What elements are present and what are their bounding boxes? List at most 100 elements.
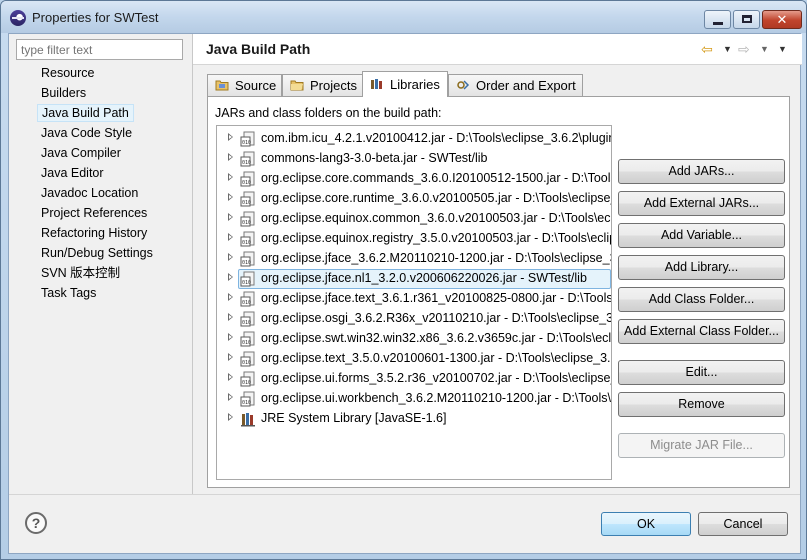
tab-projects-label: Projects (310, 78, 357, 93)
nav-item-refactoring-history[interactable]: Refactoring History (37, 224, 151, 242)
add-class-folder-button[interactable]: Add Class Folder... (618, 287, 785, 312)
nav-item-java-compiler[interactable]: Java Compiler (37, 144, 125, 162)
svg-text:010: 010 (242, 340, 251, 346)
expand-icon[interactable] (228, 253, 233, 261)
back-arrow-icon[interactable]: ⇦ (701, 41, 713, 58)
maximize-button[interactable] (733, 10, 760, 29)
library-entry-label: org.eclipse.equinox.common_3.6.0.v201005… (261, 211, 612, 225)
cancel-button[interactable]: Cancel (698, 512, 788, 536)
title-bar[interactable]: Properties for SWTest ✕ (1, 1, 806, 33)
library-entry[interactable]: 010 org.eclipse.core.runtime_3.6.0.v2010… (217, 189, 611, 209)
projects-folder-icon (290, 80, 304, 91)
expand-icon[interactable] (228, 393, 233, 401)
nav-item-run-debug-settings[interactable]: Run/Debug Settings (37, 244, 157, 262)
expand-icon[interactable] (228, 173, 233, 181)
add-external-jars-button[interactable]: Add External JARs... (618, 191, 785, 216)
library-entry-jre[interactable]: JRE System Library [JavaSE-1.6] (217, 409, 611, 429)
tab-order-and-export[interactable]: Order and Export (448, 74, 583, 96)
library-entry[interactable]: 010 org.eclipse.equinox.registry_3.5.0.v… (217, 229, 611, 249)
library-entry[interactable]: 010 commons-lang3-3.0-beta.jar - SWTest/… (217, 149, 611, 169)
jar-icon: 010 (240, 391, 255, 407)
library-entry[interactable]: 010 org.eclipse.osgi_3.6.2.R36x_v2011021… (217, 309, 611, 329)
tab-source[interactable]: Source (207, 74, 282, 96)
svg-text:010: 010 (242, 320, 251, 326)
expand-icon[interactable] (228, 333, 233, 341)
library-entry[interactable]: 010 org.eclipse.ui.forms_3.5.2.r36_v2010… (217, 369, 611, 389)
forward-dropdown-icon: ▼ (760, 44, 769, 54)
library-entry-label: com.ibm.icu_4.2.1.v20100412.jar - D:\Too… (261, 131, 612, 145)
tab-projects[interactable]: Projects (282, 74, 363, 96)
library-entry[interactable]: 010 org.eclipse.jface.text_3.6.1.r361_v2… (217, 289, 611, 309)
jar-icon: 010 (240, 271, 255, 287)
library-entry[interactable]: 010 com.ibm.icu_4.2.1.v20100412.jar - D:… (217, 129, 611, 149)
jar-icon: 010 (240, 331, 255, 347)
expand-icon[interactable] (228, 353, 233, 361)
nav-item-resource[interactable]: Resource (37, 64, 99, 82)
jre-library-icon (241, 413, 255, 427)
svg-text:010: 010 (242, 140, 251, 146)
add-jars-button[interactable]: Add JARs... (618, 159, 785, 184)
expand-icon[interactable] (228, 133, 233, 141)
library-entry[interactable]: 010 org.eclipse.swt.win32.win32.x86_3.6.… (217, 329, 611, 349)
svg-text:010: 010 (242, 300, 251, 306)
edit-button[interactable]: Edit... (618, 360, 785, 385)
library-entry[interactable]: 010 org.eclipse.jface_3.6.2.M20110210-12… (217, 249, 611, 269)
order-export-icon (457, 80, 470, 90)
add-library-button[interactable]: Add Library... (618, 255, 785, 280)
expand-icon[interactable] (228, 233, 233, 241)
nav-item-svn[interactable]: SVN 版本控制 (37, 264, 124, 282)
sash[interactable] (192, 34, 193, 494)
expand-icon[interactable] (228, 273, 233, 281)
dialog-client-area: Resource Builders Java Build Path Java C… (8, 33, 802, 554)
nav-item-builders[interactable]: Builders (37, 84, 90, 102)
libraries-label: JARs and class folders on the build path… (215, 106, 442, 120)
remove-button[interactable]: Remove (618, 392, 785, 417)
libraries-panel: JARs and class folders on the build path… (207, 96, 790, 488)
library-entry[interactable]: 010 org.eclipse.core.commands_3.6.0.I201… (217, 169, 611, 189)
library-entry-label: org.eclipse.jface.nl1_3.2.0.v20060622002… (261, 271, 587, 285)
expand-icon[interactable] (228, 313, 233, 321)
ok-button[interactable]: OK (601, 512, 691, 536)
back-dropdown-icon[interactable]: ▼ (723, 44, 732, 54)
nav-item-java-code-style[interactable]: Java Code Style (37, 124, 136, 142)
nav-item-javadoc-location[interactable]: Javadoc Location (37, 184, 142, 202)
minimize-icon (713, 22, 723, 25)
footer-separator (9, 494, 800, 495)
nav-item-task-tags[interactable]: Task Tags (37, 284, 100, 302)
expand-icon[interactable] (228, 373, 233, 381)
jar-icon: 010 (240, 131, 255, 147)
expand-icon[interactable] (228, 413, 233, 421)
library-entry[interactable]: 010 org.eclipse.text_3.5.0.v20100601-130… (217, 349, 611, 369)
view-menu-icon[interactable]: ▼ (778, 44, 787, 54)
close-button[interactable]: ✕ (762, 10, 802, 29)
expand-icon[interactable] (228, 293, 233, 301)
tab-source-label: Source (235, 78, 277, 93)
libraries-tree[interactable]: 010 com.ibm.icu_4.2.1.v20100412.jar - D:… (216, 125, 612, 480)
minimize-button[interactable] (704, 10, 731, 29)
help-icon[interactable]: ? (25, 512, 47, 534)
maximize-icon (742, 15, 752, 23)
svg-text:010: 010 (242, 220, 251, 226)
nav-item-java-build-path[interactable]: Java Build Path (37, 104, 134, 122)
expand-icon[interactable] (228, 153, 233, 161)
library-entry[interactable]: 010 org.eclipse.equinox.common_3.6.0.v20… (217, 209, 611, 229)
jar-icon: 010 (240, 231, 255, 247)
properties-window: Properties for SWTest ✕ Resource Builder… (0, 0, 807, 560)
tab-order-and-export-label: Order and Export (476, 78, 576, 93)
library-entry-selected[interactable]: 010 org.eclipse.jface.nl1_3.2.0.v2006062… (217, 269, 611, 289)
library-entry-label: org.eclipse.text_3.5.0.v20100601-1300.ja… (261, 351, 612, 365)
expand-icon[interactable] (228, 213, 233, 221)
jar-icon: 010 (240, 211, 255, 227)
add-variable-button[interactable]: Add Variable... (618, 223, 785, 248)
library-entry-label: org.eclipse.jface_3.6.2.M20110210-1200.j… (261, 251, 612, 265)
svg-text:010: 010 (242, 260, 251, 266)
eclipse-icon (10, 10, 26, 26)
library-entry[interactable]: 010 org.eclipse.ui.workbench_3.6.2.M2011… (217, 389, 611, 409)
tab-libraries[interactable]: Libraries (362, 71, 448, 97)
expand-icon[interactable] (228, 193, 233, 201)
nav-item-java-editor[interactable]: Java Editor (37, 164, 108, 182)
nav-item-project-references[interactable]: Project References (37, 204, 151, 222)
add-external-class-folder-button[interactable]: Add External Class Folder... (618, 319, 785, 344)
svg-text:010: 010 (242, 180, 251, 186)
filter-input[interactable] (16, 39, 183, 60)
